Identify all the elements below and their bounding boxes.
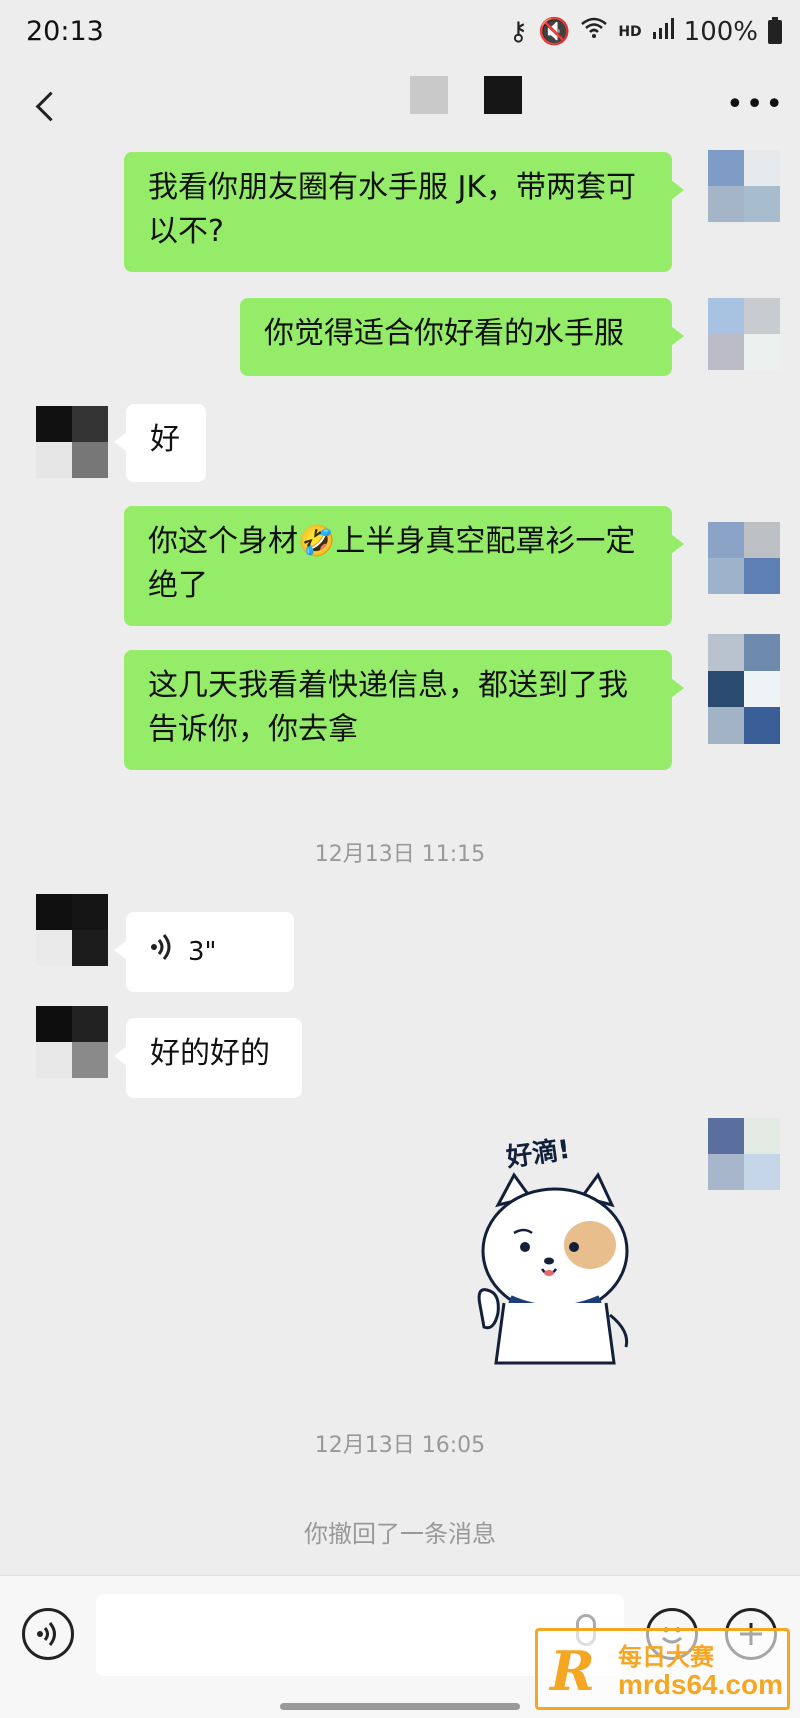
status-icons: ⚷ 🔇 HD 100%: [509, 16, 782, 47]
watermark-mark: R: [550, 1639, 595, 1703]
chat-screen: 20:13 ⚷ 🔇 HD 100% ••• 我看你朋友圈有水手服 JK，带两套可…: [0, 0, 800, 1718]
signal-icon: [652, 16, 674, 47]
my-avatar[interactable]: [708, 634, 780, 744]
contact-avatar[interactable]: [36, 406, 108, 478]
message-bubble-sent[interactable]: 你这个身材🤣上半身真空配罩衫一定绝了: [124, 506, 684, 626]
mute-icon: 🔇: [537, 16, 571, 47]
voice-wave-icon: [150, 930, 174, 974]
system-notice: 你撤回了一条消息: [304, 1520, 496, 1548]
message-bubble-received[interactable]: 好: [114, 404, 206, 482]
timestamp: 12月13日 11:15: [314, 842, 486, 867]
message-bubble-sent[interactable]: 这几天我看着快递信息，都送到了我告诉你，你去拿: [124, 650, 684, 770]
watermark-url: mrds64.com: [618, 1669, 783, 1700]
key-icon: ⚷: [508, 16, 528, 47]
timestamp: 12月13日 16:05: [314, 1433, 486, 1458]
watermark-title: 每日大赛: [618, 1643, 714, 1671]
home-indicator[interactable]: [280, 1703, 520, 1710]
hd-badge: HD: [618, 23, 642, 40]
nav-bar: •••: [0, 70, 800, 150]
watermark-logo: R 每日大赛 mrds64.com: [535, 1628, 790, 1710]
my-avatar[interactable]: [708, 298, 780, 370]
more-icon[interactable]: •••: [726, 90, 783, 120]
wifi-icon: [580, 16, 608, 47]
status-bar: 20:13 ⚷ 🔇 HD 100%: [0, 0, 800, 70]
my-avatar[interactable]: [708, 522, 780, 594]
message-bubble-sent[interactable]: 我看你朋友圈有水手服 JK，带两套可以不?: [124, 152, 684, 272]
chat-title-redacted: [410, 76, 522, 116]
message-bubble-received[interactable]: 好的好的: [114, 1018, 302, 1098]
contact-avatar[interactable]: [36, 894, 108, 966]
back-icon[interactable]: [28, 86, 68, 130]
my-avatar[interactable]: [708, 1118, 780, 1190]
sticker-message[interactable]: 好滴!: [470, 1135, 640, 1365]
battery-icon: [768, 16, 782, 44]
voice-duration: 3": [188, 937, 217, 967]
contact-avatar[interactable]: [36, 1006, 108, 1078]
voice-mode-icon[interactable]: [22, 1608, 74, 1660]
battery-percent: 100%: [683, 16, 758, 47]
voice-message[interactable]: 3": [114, 912, 294, 992]
my-avatar[interactable]: [708, 150, 780, 222]
status-time: 20:13: [26, 16, 104, 47]
message-bubble-sent[interactable]: 你觉得适合你好看的水手服: [240, 298, 684, 376]
